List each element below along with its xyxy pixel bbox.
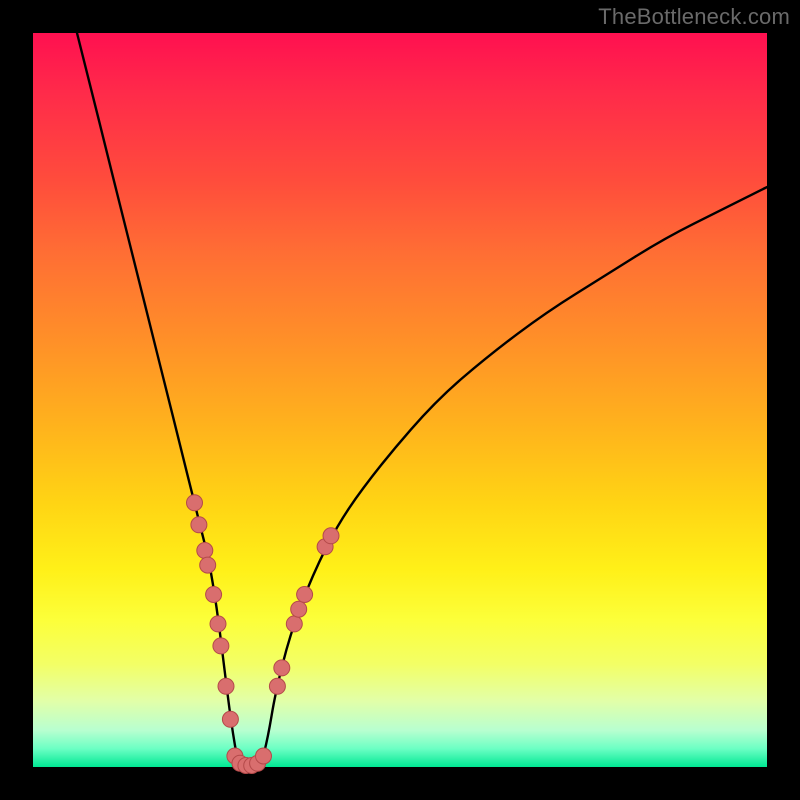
watermark-text: TheBottleneck.com [598, 4, 790, 30]
data-marker [206, 587, 222, 603]
data-marker [291, 601, 307, 617]
chart-svg [33, 33, 767, 767]
data-marker [218, 678, 234, 694]
data-marker [200, 557, 216, 573]
data-marker [323, 528, 339, 544]
plot-area [33, 33, 767, 767]
data-marker [187, 495, 203, 511]
data-marker [256, 748, 272, 764]
data-marker [274, 660, 290, 676]
data-marker [210, 616, 226, 632]
data-marker [191, 517, 207, 533]
chart-frame: TheBottleneck.com [0, 0, 800, 800]
data-marker [197, 543, 213, 559]
data-marker [286, 616, 302, 632]
bottleneck-curve [77, 33, 767, 767]
data-marker [213, 638, 229, 654]
data-marker [222, 711, 238, 727]
marker-layer [187, 495, 340, 774]
data-marker [297, 587, 313, 603]
data-marker [269, 678, 285, 694]
